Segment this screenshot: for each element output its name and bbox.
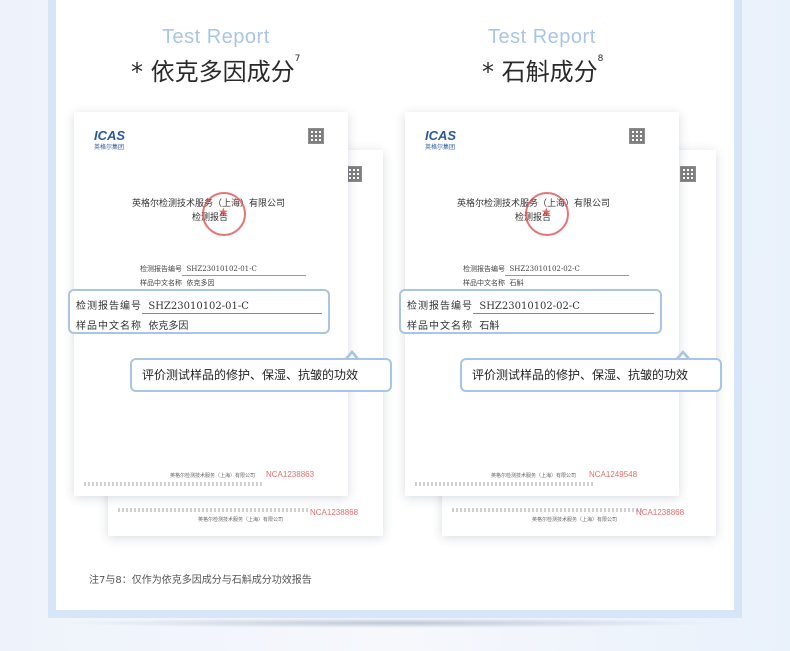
back1-footer-text: 英格尔检测技术服务（上海）有限公司 (198, 517, 284, 523)
footnote: 注7与8：仅作为依克多因成分与石斛成分功效报告 (89, 575, 312, 586)
footer-strip (452, 508, 642, 512)
red-seal-icon (202, 192, 246, 236)
icas-logo-sub: 英格尔集团 (425, 144, 456, 151)
back1-nca-number: NCA1238868 (310, 508, 359, 517)
report2-small-field1: 检测报告编号 SHZ23010102-02-C (463, 264, 580, 274)
back2-nca-number: NCA1238868 (636, 508, 685, 517)
field-label: 样品中文名称 (463, 279, 505, 287)
icas-logo-sub: 英格尔集团 (94, 144, 125, 151)
field-value: SHZ23010102-01-C (186, 265, 257, 273)
report2-footer-text: 英格尔检测技术服务（上海）有限公司 (491, 473, 577, 479)
footer-strip (118, 508, 308, 512)
field-underline (505, 275, 629, 276)
back2-footer-text: 英格尔检测技术服务（上海）有限公司 (532, 517, 618, 523)
zoom1-row2: 样品中文名称 依克多因 (76, 317, 188, 332)
zoom-underline (142, 313, 322, 314)
report2-nca-number: NCA1249548 (589, 470, 638, 479)
footer-strip (84, 482, 264, 486)
qr-code-icon (629, 128, 645, 144)
report1-footer-text: 英格尔检测技术服务（上海）有限公司 (170, 473, 256, 479)
zoom1-row1: 检测报告编号 SHZ23010102-01-C (76, 297, 249, 312)
report1-nca-number: NCA1238863 (266, 470, 315, 479)
section1-en-title: Test Report (162, 26, 270, 48)
callout2-box: 评价测试样品的修护、保湿、抗皱的功效 (460, 358, 722, 392)
field-value: SHZ23010102-02-C (509, 265, 580, 273)
field-label: 样品中文名称 (140, 279, 182, 287)
zoom-value: 依克多因 (148, 321, 189, 332)
section1-ref: 7 (294, 54, 301, 64)
report2-small-field2: 样品中文名称 石斛 (463, 278, 523, 288)
zoom-label: 样品中文名称 (76, 321, 142, 332)
footer-strip (415, 482, 595, 486)
zoom-label: 样品中文名称 (407, 321, 473, 332)
qr-code-icon (680, 166, 696, 182)
section1-cn-title-text: * 依克多因成分 (131, 58, 295, 86)
zoom-value: SHZ23010102-01-C (148, 301, 249, 312)
field-value: 依克多因 (186, 279, 215, 287)
zoom-label: 检测报告编号 (76, 301, 142, 312)
zoom2-row1: 检测报告编号 SHZ23010102-02-C (407, 297, 580, 312)
section2-en-title: Test Report (488, 26, 596, 48)
qr-code-icon (346, 166, 362, 182)
callout1-box: 评价测试样品的修护、保湿、抗皱的功效 (130, 358, 392, 392)
zoom2-row2: 样品中文名称 石斛 (407, 317, 499, 332)
zoom-underline (473, 313, 654, 314)
report1-zoom-box: 检测报告编号 SHZ23010102-01-C 样品中文名称 依克多因 (68, 289, 330, 334)
field-value: 石斛 (509, 279, 524, 287)
zoom-label: 检测报告编号 (407, 301, 473, 312)
section2-cn-title-text: * 石斛成分 (482, 58, 598, 86)
red-seal-icon (525, 192, 569, 236)
report2-zoom-box: 检测报告编号 SHZ23010102-02-C 样品中文名称 石斛 (399, 289, 662, 334)
icas-logo: ICAS (425, 128, 457, 143)
qr-code-icon (308, 128, 324, 144)
frame-shadow (64, 618, 726, 628)
report1-small-field2: 样品中文名称 依克多因 (140, 278, 214, 288)
zoom-value: SHZ23010102-02-C (479, 301, 580, 312)
field-label: 检测报告编号 (463, 265, 505, 273)
section2-ref: 8 (597, 54, 604, 64)
field-label: 检测报告编号 (140, 265, 182, 273)
report1-small-field1: 检测报告编号 SHZ23010102-01-C (140, 264, 257, 274)
icas-logo: ICAS (94, 128, 126, 143)
zoom-value: 石斛 (479, 321, 500, 332)
section1-cn-title: * 依克多因成分7 (131, 52, 300, 87)
field-underline (182, 275, 306, 276)
section2-cn-title: * 石斛成分8 (482, 52, 603, 87)
